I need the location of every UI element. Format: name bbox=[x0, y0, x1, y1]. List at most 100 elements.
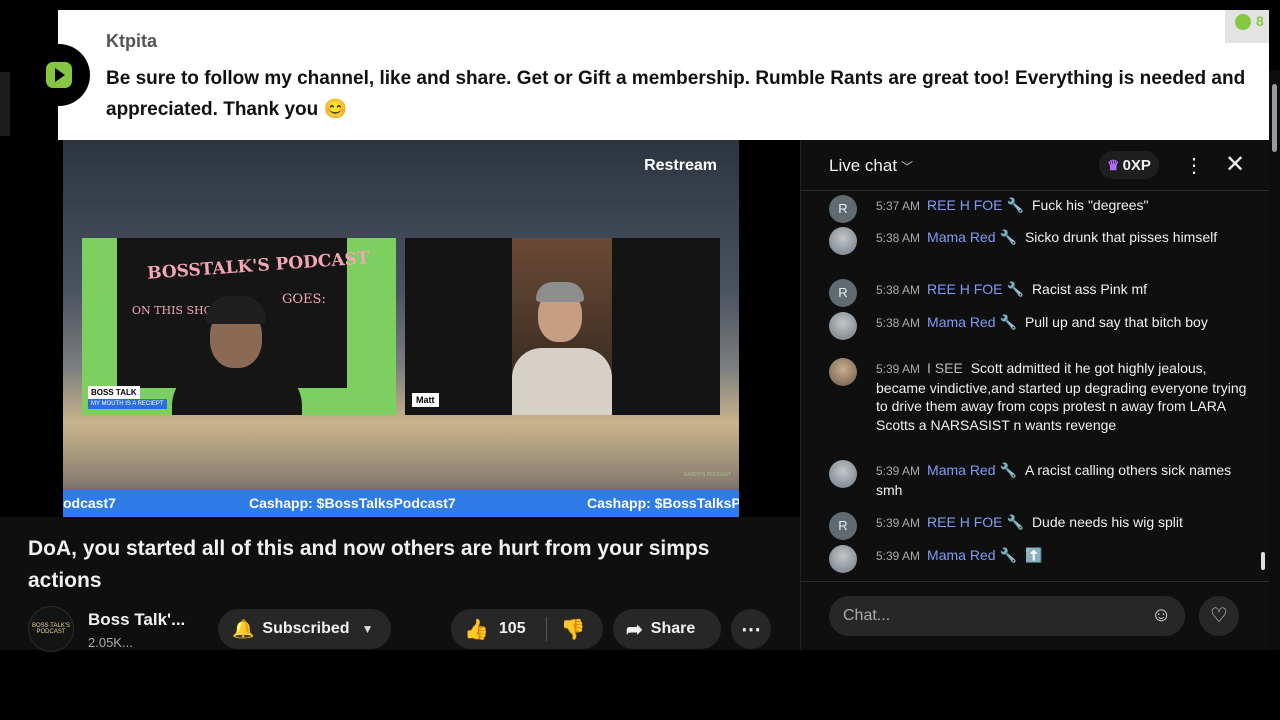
wrench-icon: 🔧 bbox=[999, 462, 1017, 478]
rumble-logo-icon[interactable] bbox=[28, 44, 90, 106]
message-author[interactable]: Mama Red bbox=[927, 547, 995, 563]
chat-scrollbar[interactable] bbox=[1259, 194, 1267, 584]
guest-person bbox=[512, 238, 612, 415]
emoji-icon[interactable]: ☺ bbox=[1151, 604, 1171, 627]
brand-corner: DADDY'S PODCAST bbox=[683, 472, 731, 478]
message-author[interactable]: Mama Red bbox=[927, 314, 995, 330]
chat-input-row: Chat... ☺ ♡ bbox=[801, 581, 1270, 650]
message-time: 5:39 AM bbox=[876, 516, 921, 530]
like-dislike-group: 👍 105 👎 bbox=[451, 609, 603, 649]
channel-subscribers: 2.05K... bbox=[88, 635, 133, 650]
page-scrollbar[interactable] bbox=[1269, 70, 1280, 650]
ticker-bar: odcast7 Cashapp: $BossTalksPodcast7 Cash… bbox=[63, 490, 739, 517]
chat-header: Live chat ﹀ ♛ 0XP ⋮ ✕ bbox=[801, 140, 1270, 191]
message-time: 5:37 AM bbox=[876, 199, 921, 213]
subscribed-button[interactable]: 🔔 Subscribed ▼ bbox=[218, 609, 391, 649]
rant-banner: Ktpita Be sure to follow my channel, lik… bbox=[58, 10, 1269, 140]
more-horizontal-icon: ⋯ bbox=[741, 618, 761, 641]
message-author[interactable]: Mama Red bbox=[927, 229, 995, 245]
chat-message: 5:38 AM Mama Red 🔧 Pull up and say that bit… bbox=[829, 312, 1249, 340]
message-time: 5:39 AM bbox=[876, 464, 921, 478]
share-button[interactable]: ➦ Share bbox=[613, 609, 721, 649]
left-edge-panel bbox=[0, 72, 10, 136]
bell-icon: 🔔 bbox=[232, 618, 255, 639]
guest-name-tag: Matt bbox=[412, 393, 439, 407]
ticker-text-3: Cashapp: $BossTalksP bbox=[587, 495, 739, 511]
message-text: Racist ass Pink mf bbox=[1031, 281, 1148, 297]
user-avatar[interactable]: R bbox=[829, 512, 857, 540]
live-chat-panel: Live chat ﹀ ♛ 0XP ⋮ ✕ R 5:37 AM REE H FOE 🔧… bbox=[800, 140, 1270, 650]
like-count: 105 bbox=[498, 620, 526, 637]
subscribed-label: Subscribed bbox=[262, 620, 350, 637]
more-button[interactable]: ⋯ bbox=[731, 609, 771, 649]
more-vertical-icon[interactable]: ⋮ bbox=[1184, 153, 1204, 178]
channel-name[interactable]: Boss Talk'... bbox=[88, 610, 185, 630]
chat-input[interactable]: Chat... bbox=[829, 596, 1185, 636]
message-author[interactable]: I SEE bbox=[927, 360, 963, 376]
banner-message: Be sure to follow my channel, like and s… bbox=[106, 68, 1246, 120]
video-title: DoA, you started all of this and now oth… bbox=[28, 537, 710, 592]
message-time: 5:38 AM bbox=[876, 231, 921, 245]
video-details: DoA, you started all of this and now oth… bbox=[0, 517, 800, 652]
user-avatar[interactable] bbox=[829, 312, 857, 340]
user-avatar[interactable] bbox=[829, 358, 857, 386]
message-text: Fuck his "degrees" bbox=[1031, 197, 1149, 213]
message-author[interactable]: REE H FOE bbox=[927, 281, 1002, 297]
restream-watermark: Restream bbox=[644, 157, 717, 174]
wrench-icon: 🔧 bbox=[999, 229, 1017, 245]
wrench-icon: 🔧 bbox=[1006, 197, 1024, 213]
channel-avatar[interactable]: BOSS TALK'S PODCAST bbox=[28, 606, 74, 652]
rumble-mini-icon bbox=[1235, 14, 1251, 30]
xp-value: 0XP bbox=[1122, 156, 1151, 174]
close-icon[interactable]: ✕ bbox=[1225, 150, 1245, 179]
message-text: Dude needs his wig split bbox=[1031, 514, 1183, 530]
chevron-down-icon: ▼ bbox=[361, 622, 374, 636]
user-avatar[interactable] bbox=[829, 460, 857, 488]
chat-message: R 5:39 AM REE H FOE 🔧 Dude needs his wig sp… bbox=[829, 512, 1249, 540]
message-author[interactable]: REE H FOE bbox=[927, 514, 1002, 530]
message-time: 5:38 AM bbox=[876, 316, 921, 330]
ticker-text-2: Cashapp: $BossTalksPodcast7 bbox=[249, 495, 456, 511]
chevron-down-icon: ﹀ bbox=[901, 160, 914, 174]
heart-icon[interactable]: ♡ bbox=[1199, 596, 1239, 636]
wrench-icon: 🔧 bbox=[999, 547, 1017, 563]
video-player[interactable]: Restream BOSSTALK'S PODCAST ON THIS SHOW… bbox=[63, 140, 739, 517]
message-time: 5:39 AM bbox=[876, 362, 921, 376]
wrench-icon: 🔧 bbox=[999, 314, 1017, 330]
banner-count: 8 bbox=[1256, 13, 1264, 29]
guest-camera-panel: Matt bbox=[405, 238, 720, 415]
chat-message: 5:39 AM Mama Red 🔧 A racist calling others … bbox=[829, 460, 1249, 499]
host-subtitle-tag: MY MOUTH IS A RECIEPT bbox=[88, 399, 167, 409]
message-text: Sicko drunk that pisses himself bbox=[1024, 229, 1218, 245]
thumbs-up-icon[interactable]: 👍 bbox=[464, 617, 489, 642]
chat-messages[interactable]: R 5:37 AM REE H FOE 🔧 Fuck his "degrees" 5:… bbox=[801, 192, 1270, 582]
chat-title-label: Live chat bbox=[829, 156, 898, 175]
host-name-tag: BOSS TALK bbox=[88, 386, 140, 399]
message-text: Pull up and say that bitch boy bbox=[1024, 314, 1208, 330]
chat-message: R 5:37 AM REE H FOE 🔧 Fuck his "degrees" bbox=[829, 195, 1249, 223]
banner-counter[interactable]: 8 bbox=[1225, 10, 1269, 43]
wrench-icon: 🔧 bbox=[1006, 514, 1024, 530]
user-avatar[interactable]: R bbox=[829, 195, 857, 223]
message-time: 5:39 AM bbox=[876, 549, 921, 563]
thumbs-down-icon[interactable]: 👎 bbox=[561, 617, 586, 642]
banner-username: Ktpita bbox=[106, 31, 157, 51]
chat-title[interactable]: Live chat ﹀ bbox=[829, 156, 913, 176]
message-author[interactable]: REE H FOE bbox=[927, 197, 1002, 213]
host-camera-panel: BOSSTALK'S PODCAST ON THIS SHOW GOES: BO… bbox=[82, 238, 396, 415]
user-avatar[interactable] bbox=[829, 545, 857, 573]
host-person bbox=[172, 286, 302, 415]
xp-badge[interactable]: ♛ 0XP bbox=[1099, 151, 1159, 179]
chat-message: 5:39 AM Mama Red 🔧 ⬆️ bbox=[829, 545, 1249, 573]
user-avatar[interactable] bbox=[829, 227, 857, 255]
like-divider bbox=[545, 617, 547, 641]
user-avatar[interactable]: R bbox=[829, 279, 857, 307]
message-author[interactable]: Mama Red bbox=[927, 462, 995, 478]
chat-message: R 5:38 AM REE H FOE 🔧 Racist ass Pink mf bbox=[829, 279, 1249, 307]
share-arrow-icon: ➦ bbox=[626, 618, 643, 641]
page: Ktpita Be sure to follow my channel, lik… bbox=[0, 0, 1280, 720]
message-text: ⬆️ bbox=[1024, 547, 1043, 563]
ticker-text-1: odcast7 bbox=[63, 495, 116, 511]
wrench-icon: 🔧 bbox=[1006, 281, 1024, 297]
crown-icon: ♛ bbox=[1107, 156, 1120, 173]
